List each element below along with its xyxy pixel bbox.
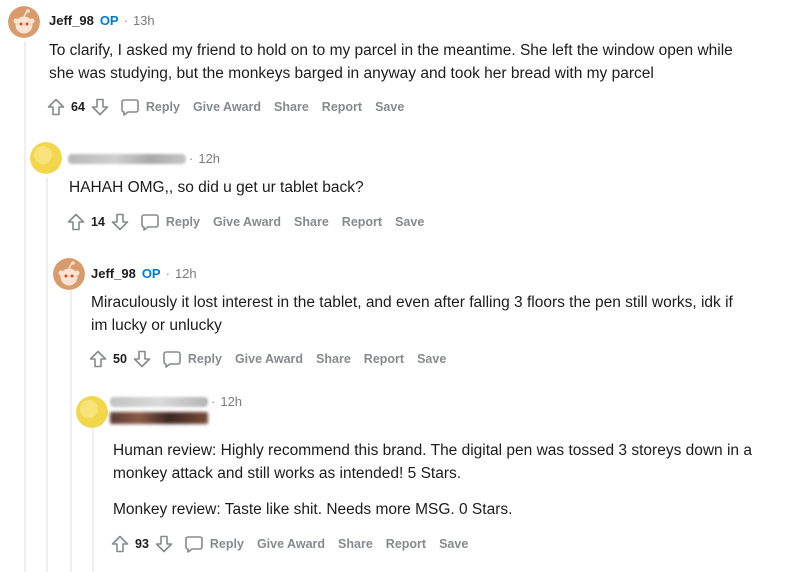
upvote-arrow-icon — [111, 535, 129, 553]
yellow-avatar-icon — [76, 396, 108, 428]
separator-dot: · — [211, 394, 216, 409]
downvote-arrow-icon — [133, 350, 151, 368]
vote-score: 64 — [71, 100, 85, 114]
report-button[interactable]: Report — [322, 100, 362, 114]
upvote-arrow-icon — [47, 98, 65, 116]
share-button[interactable]: Share — [316, 352, 351, 366]
vote-score: 14 — [91, 215, 105, 229]
timestamp[interactable]: 12h — [220, 394, 242, 409]
upvote-button[interactable] — [45, 95, 67, 119]
vote-score: 50 — [113, 352, 127, 366]
downvote-arrow-icon — [155, 535, 173, 553]
avatar[interactable] — [8, 6, 40, 38]
comment-paragraph: Miraculously it lost interest in the tab… — [91, 294, 733, 334]
report-button[interactable]: Report — [342, 215, 382, 229]
comment-body: Human review: Highly recommend this bran… — [113, 439, 753, 521]
redacted-flair — [110, 412, 208, 424]
comment-thread: Jeff_98 OP · 13h To clarify, I asked my … — [0, 0, 800, 572]
share-button[interactable]: Share — [338, 537, 373, 551]
comment-body: To clarify, I asked my friend to hold on… — [49, 39, 749, 85]
reply-button[interactable]: Reply — [120, 97, 180, 117]
reply-button[interactable]: Reply — [162, 349, 222, 369]
username[interactable]: Jeff_98 — [49, 13, 94, 28]
thread-line-level-1[interactable] — [24, 42, 26, 572]
share-button[interactable]: Share — [294, 215, 329, 229]
downvote-button[interactable] — [153, 532, 175, 556]
op-badge: OP — [99, 13, 119, 28]
save-button[interactable]: Save — [375, 100, 404, 114]
timestamp[interactable]: 13h — [133, 13, 155, 28]
downvote-button[interactable] — [89, 95, 111, 119]
save-button[interactable]: Save — [395, 215, 424, 229]
comment-body: Miraculously it lost interest in the tab… — [91, 291, 751, 337]
comment-meta: · 12h — [110, 394, 242, 409]
save-button[interactable]: Save — [417, 352, 446, 366]
comment-actions: 64 Reply Give Award Share Report Save — [45, 95, 404, 119]
upvote-arrow-icon — [67, 213, 85, 231]
comment-actions: 50 Reply Give Award Share Report Save — [87, 347, 446, 371]
share-button[interactable]: Share — [274, 100, 309, 114]
username-redacted[interactable] — [110, 396, 208, 407]
comment-paragraph: Monkey review: Taste like shit. Needs mo… — [113, 501, 513, 518]
reply-label: Reply — [145, 100, 180, 114]
comment-actions: 14 Reply Give Award Share Report Save — [65, 210, 424, 234]
op-badge: OP — [141, 266, 161, 281]
comment-actions: 93 Reply Give Award Share Report Save — [109, 532, 468, 556]
separator-dot: · — [189, 151, 194, 166]
reply-button[interactable]: Reply — [140, 212, 200, 232]
reply-label: Reply — [165, 215, 200, 229]
snoo-avatar-icon — [53, 258, 85, 290]
comment-meta: Jeff_98 OP · 13h — [49, 13, 155, 28]
comment-paragraph: HAHAH OMG,, so did u get ur tablet back? — [69, 179, 364, 196]
comment-bubble-icon — [141, 214, 159, 231]
comment-meta: · 12h — [68, 151, 220, 166]
avatar[interactable] — [53, 258, 85, 290]
username-redacted[interactable] — [68, 153, 186, 164]
avatar[interactable] — [30, 142, 62, 174]
downvote-button[interactable] — [131, 347, 153, 371]
thread-line-level-4[interactable] — [92, 428, 94, 572]
upvote-button[interactable] — [87, 347, 109, 371]
downvote-arrow-icon — [91, 98, 109, 116]
vote-score: 93 — [135, 537, 149, 551]
timestamp[interactable]: 12h — [198, 151, 220, 166]
report-button[interactable]: Report — [386, 537, 426, 551]
comment-bubble-icon — [163, 351, 181, 368]
thread-line-level-2[interactable] — [46, 178, 48, 572]
comment-body: HAHAH OMG,, so did u get ur tablet back? — [69, 176, 769, 199]
comment-paragraph: Human review: Highly recommend this bran… — [113, 442, 752, 482]
separator-dot: · — [123, 13, 128, 28]
give-award-button[interactable]: Give Award — [193, 100, 261, 114]
yellow-avatar-icon — [30, 142, 62, 174]
comment-bubble-icon — [185, 536, 203, 553]
username[interactable]: Jeff_98 — [91, 266, 136, 281]
upvote-button[interactable] — [109, 532, 131, 556]
separator-dot: · — [165, 266, 170, 281]
upvote-arrow-icon — [89, 350, 107, 368]
upvote-button[interactable] — [65, 210, 87, 234]
give-award-button[interactable]: Give Award — [213, 215, 281, 229]
thread-line-level-3[interactable] — [70, 290, 72, 572]
give-award-button[interactable]: Give Award — [257, 537, 325, 551]
report-button[interactable]: Report — [364, 352, 404, 366]
snoo-avatar-icon — [8, 6, 40, 38]
comment-meta: Jeff_98 OP · 12h — [91, 266, 197, 281]
avatar[interactable] — [76, 396, 108, 428]
give-award-button[interactable]: Give Award — [235, 352, 303, 366]
downvote-arrow-icon — [111, 213, 129, 231]
comment-bubble-icon — [121, 99, 139, 116]
reply-label: Reply — [187, 352, 222, 366]
reply-label: Reply — [209, 537, 244, 551]
timestamp[interactable]: 12h — [175, 266, 197, 281]
comment-paragraph: To clarify, I asked my friend to hold on… — [49, 42, 733, 82]
save-button[interactable]: Save — [439, 537, 468, 551]
reply-button[interactable]: Reply — [184, 534, 244, 554]
downvote-button[interactable] — [109, 210, 131, 234]
